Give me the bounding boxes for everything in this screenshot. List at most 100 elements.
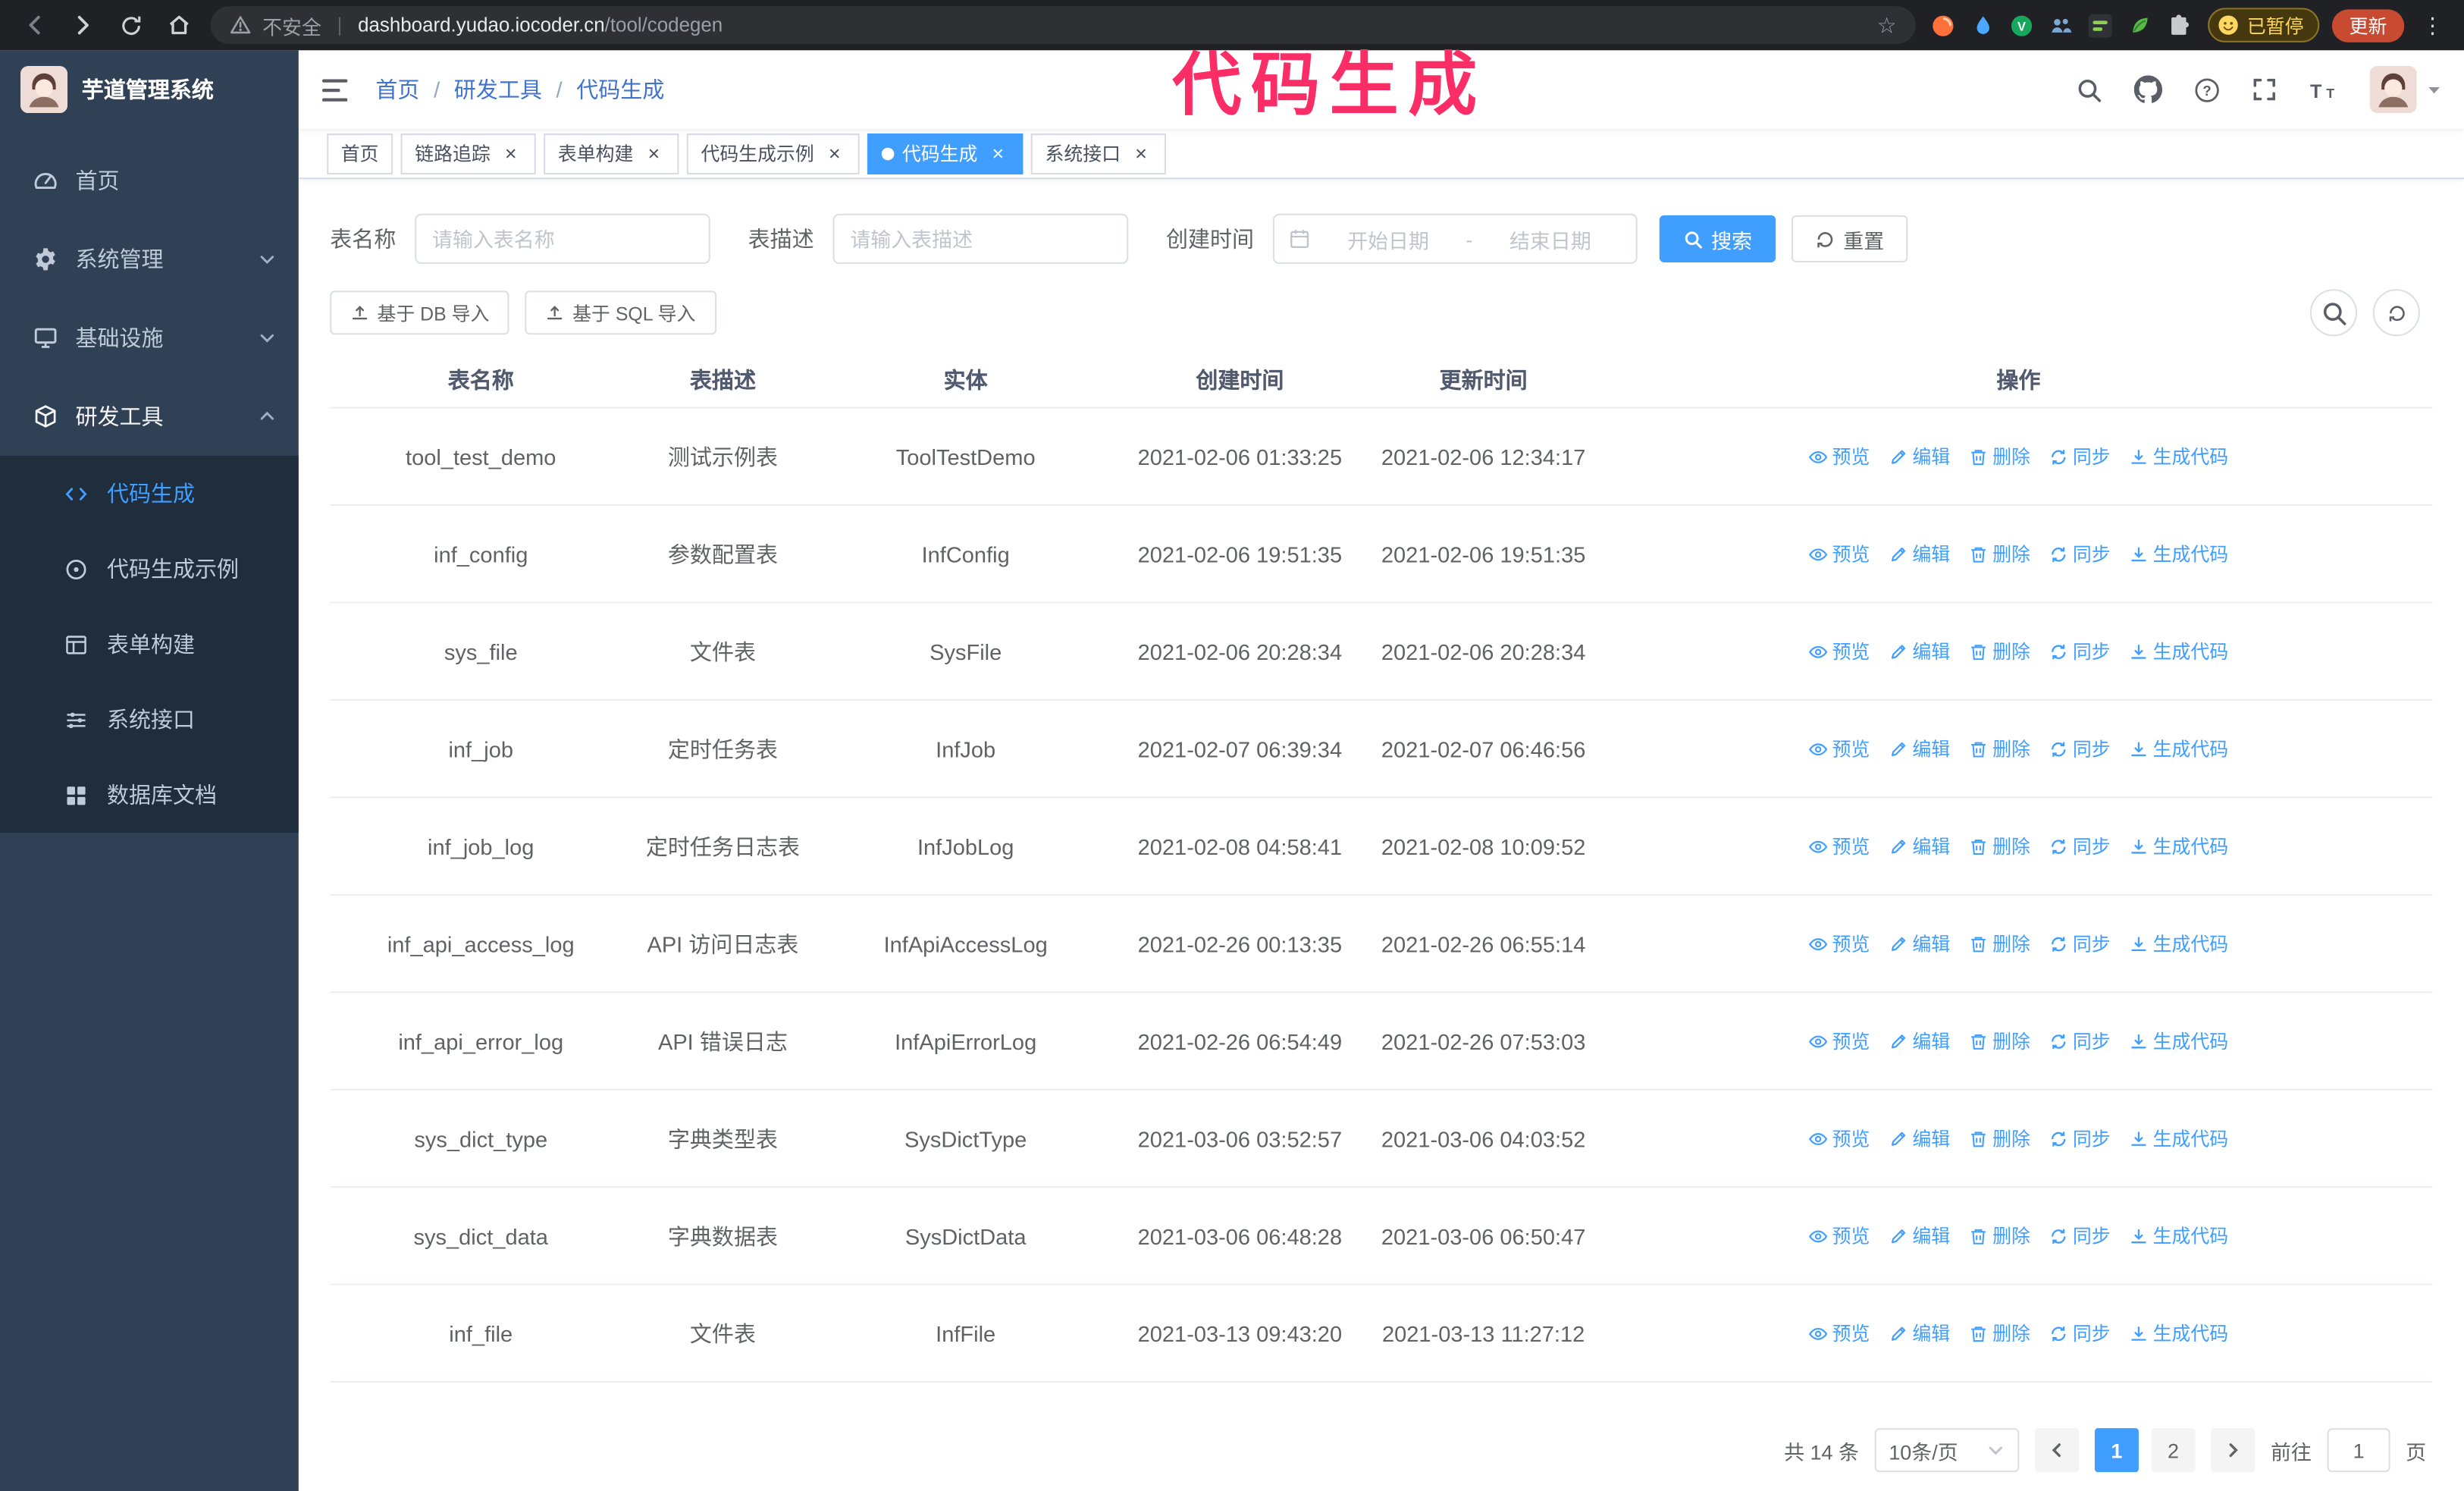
- sidebar-subitem-codegen-example[interactable]: 代码生成示例: [0, 531, 299, 606]
- sidebar-item-system[interactable]: 系统管理: [0, 220, 299, 299]
- water-drop-extension-icon[interactable]: [1970, 13, 1995, 38]
- delete-link[interactable]: 删除: [1969, 443, 2030, 469]
- table-name-input[interactable]: [415, 213, 710, 265]
- generate-link[interactable]: 生成代码: [2130, 1028, 2228, 1054]
- reload-icon[interactable]: [120, 14, 143, 37]
- page-2-button[interactable]: 2: [2151, 1428, 2196, 1473]
- sync-link[interactable]: 同步: [2049, 930, 2111, 956]
- preview-link[interactable]: 预览: [1808, 1028, 1870, 1054]
- sidebar-subitem-codegen[interactable]: 代码生成: [0, 456, 299, 531]
- hamburger-icon[interactable]: [299, 76, 376, 102]
- preview-link[interactable]: 预览: [1808, 638, 1870, 664]
- github-icon[interactable]: [2133, 75, 2163, 103]
- back-icon[interactable]: [22, 13, 47, 38]
- preview-link[interactable]: 预览: [1808, 736, 1870, 762]
- sync-link[interactable]: 同步: [2049, 1125, 2111, 1151]
- sidebar-item-home[interactable]: 首页: [0, 141, 299, 220]
- delete-link[interactable]: 删除: [1969, 1125, 2030, 1151]
- tab-close-icon[interactable]: ×: [1130, 141, 1152, 164]
- generate-link[interactable]: 生成代码: [2130, 1125, 2228, 1151]
- address-bar[interactable]: 不安全 | dashboard.yudao.iocoder.cn/tool/co…: [210, 6, 1916, 45]
- browser-update-button[interactable]: 更新: [2331, 8, 2405, 42]
- tab-close-icon[interactable]: ×: [643, 141, 665, 164]
- page-1-button[interactable]: 1: [2094, 1428, 2139, 1473]
- delete-link[interactable]: 删除: [1969, 833, 2030, 859]
- sidebar-subitem-api[interactable]: 系统接口: [0, 682, 299, 757]
- sidebar-item-dev-tools[interactable]: 研发工具: [0, 377, 299, 456]
- delete-link[interactable]: 删除: [1969, 736, 2030, 762]
- delete-link[interactable]: 删除: [1969, 1223, 2030, 1249]
- generate-link[interactable]: 生成代码: [2130, 930, 2228, 956]
- hide-search-button[interactable]: [2309, 289, 2358, 337]
- next-page-button[interactable]: [2211, 1428, 2256, 1473]
- sync-link[interactable]: 同步: [2049, 833, 2111, 859]
- tab-codegen[interactable]: 代码生成 ×: [867, 133, 1024, 174]
- import-db-button[interactable]: 基于 DB 导入: [330, 290, 510, 335]
- edit-link[interactable]: 编辑: [1889, 638, 1950, 664]
- breadcrumb-item[interactable]: 首页: [375, 74, 419, 105]
- browser-menu-icon[interactable]: ⋮: [2417, 12, 2448, 39]
- leaf-extension-icon[interactable]: [2127, 13, 2152, 38]
- preview-link[interactable]: 预览: [1808, 443, 1870, 469]
- edit-link[interactable]: 编辑: [1889, 833, 1950, 859]
- fullscreen-icon[interactable]: [2252, 77, 2277, 102]
- preview-link[interactable]: 预览: [1808, 1223, 1870, 1249]
- sync-link[interactable]: 同步: [2049, 736, 2111, 762]
- delete-link[interactable]: 删除: [1969, 541, 2030, 567]
- forward-icon[interactable]: [71, 13, 96, 38]
- edit-link[interactable]: 编辑: [1889, 541, 1950, 567]
- tab-trace[interactable]: 链路追踪 ×: [400, 133, 536, 174]
- prev-page-button[interactable]: [2035, 1428, 2080, 1473]
- preview-link[interactable]: 预览: [1808, 833, 1870, 859]
- delete-link[interactable]: 删除: [1969, 1028, 2030, 1054]
- question-icon[interactable]: ?: [2193, 76, 2220, 102]
- sync-link[interactable]: 同步: [2049, 541, 2111, 567]
- sync-link[interactable]: 同步: [2049, 638, 2111, 664]
- profile-paused-badge[interactable]: 已暂停: [2208, 8, 2320, 42]
- search-icon[interactable]: [2076, 76, 2102, 102]
- breadcrumb-item[interactable]: 代码生成: [576, 74, 664, 105]
- import-sql-button[interactable]: 基于 SQL 导入: [525, 290, 716, 335]
- generate-link[interactable]: 生成代码: [2130, 443, 2228, 469]
- bookmark-star-icon[interactable]: ☆: [1877, 12, 1897, 39]
- generate-link[interactable]: 生成代码: [2130, 833, 2228, 859]
- sync-link[interactable]: 同步: [2049, 1028, 2111, 1054]
- home-icon[interactable]: [167, 13, 192, 38]
- date-range-picker[interactable]: 开始日期 - 结束日期: [1272, 213, 1638, 265]
- tab-form-builder[interactable]: 表单构建 ×: [544, 133, 679, 174]
- puzzle-extensions-menu-icon[interactable]: [2167, 13, 2192, 38]
- edit-link[interactable]: 编辑: [1889, 930, 1950, 956]
- tab-codegen-example[interactable]: 代码生成示例 ×: [686, 133, 860, 174]
- edit-link[interactable]: 编辑: [1889, 1223, 1950, 1249]
- vimium-extension-icon[interactable]: V: [2010, 13, 2035, 38]
- goto-page-input[interactable]: [2327, 1428, 2390, 1473]
- font-size-icon[interactable]: TT: [2309, 78, 2338, 102]
- sync-link[interactable]: 同步: [2049, 1223, 2111, 1249]
- sidebar-item-infra[interactable]: 基础设施: [0, 299, 299, 378]
- preview-link[interactable]: 预览: [1808, 1125, 1870, 1151]
- delete-link[interactable]: 删除: [1969, 1320, 2030, 1346]
- generate-link[interactable]: 生成代码: [2130, 541, 2228, 567]
- tab-close-icon[interactable]: ×: [823, 141, 845, 164]
- edit-link[interactable]: 编辑: [1889, 736, 1950, 762]
- logo[interactable]: 芋道管理系统: [0, 50, 299, 129]
- sync-link[interactable]: 同步: [2049, 443, 2111, 469]
- people-extension-icon[interactable]: [2049, 13, 2074, 38]
- dark-extension-icon[interactable]: [2089, 13, 2114, 38]
- tab-api[interactable]: 系统接口 ×: [1030, 133, 1167, 174]
- preview-link[interactable]: 预览: [1808, 1320, 1870, 1346]
- sync-link[interactable]: 同步: [2049, 1320, 2111, 1346]
- refresh-table-button[interactable]: [2372, 289, 2420, 337]
- sidebar-subitem-form-builder[interactable]: 表单构建: [0, 607, 299, 682]
- sidebar-subitem-db-doc[interactable]: 数据库文档: [0, 758, 299, 833]
- edit-link[interactable]: 编辑: [1889, 1320, 1950, 1346]
- generate-link[interactable]: 生成代码: [2130, 736, 2228, 762]
- table-desc-input[interactable]: [832, 213, 1129, 265]
- reset-button[interactable]: 重置: [1791, 215, 1908, 262]
- delete-link[interactable]: 删除: [1969, 930, 2030, 956]
- breadcrumb-item[interactable]: 研发工具: [454, 74, 542, 105]
- page-size-select[interactable]: 10条/页: [1874, 1428, 2020, 1473]
- edit-link[interactable]: 编辑: [1889, 1028, 1950, 1054]
- generate-link[interactable]: 生成代码: [2130, 1223, 2228, 1249]
- generate-link[interactable]: 生成代码: [2130, 638, 2228, 664]
